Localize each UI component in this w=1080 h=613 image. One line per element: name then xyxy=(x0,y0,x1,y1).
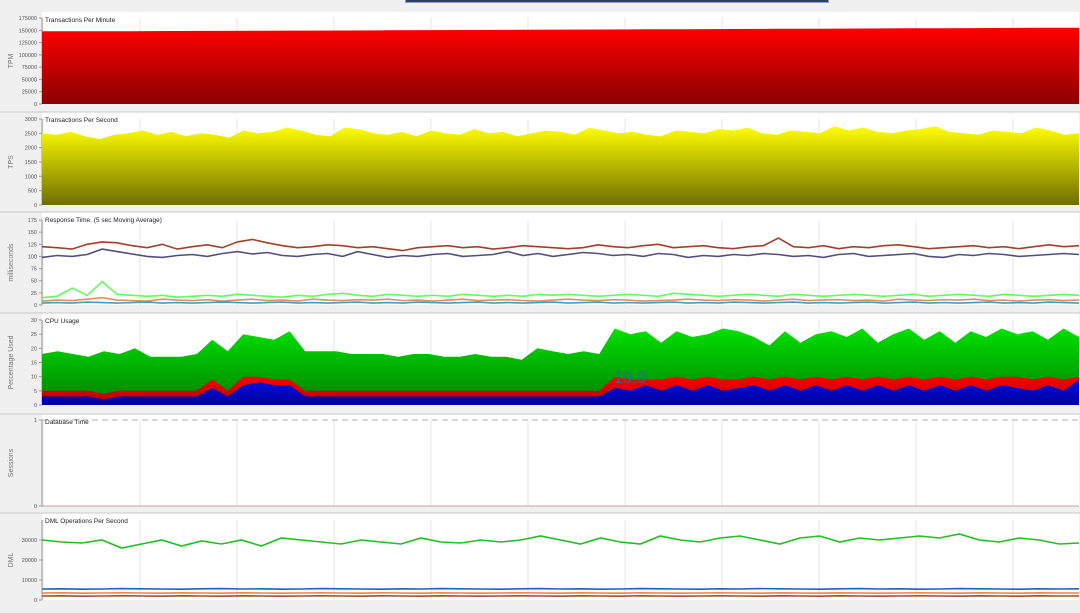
monitoring-dashboard: 1750001500001250001000007500050000250000… xyxy=(0,0,1080,608)
chart-title: Transactions Per Minute xyxy=(45,17,116,24)
y-tick-label: 175 xyxy=(28,218,37,224)
y-tick-label: 1000 xyxy=(25,174,37,180)
y-tick-label: 5 xyxy=(34,389,37,395)
y-tick-label: 30 xyxy=(31,318,37,324)
y-tick-label: 20000 xyxy=(22,558,37,564)
chart-title: DML Operations Per Second xyxy=(45,518,128,525)
y-tick-label: 50000 xyxy=(22,77,37,83)
y-tick-label: 150000 xyxy=(19,28,37,34)
series-area-0 xyxy=(42,28,1079,104)
y-tick-label: 150 xyxy=(28,230,37,236)
y-tick-label: 1 xyxy=(34,418,37,424)
y-tick-label: 50 xyxy=(31,279,37,285)
y-tick-label: 20 xyxy=(31,346,37,352)
y-axis-label: Sessions xyxy=(8,448,15,477)
y-tick-label: 500 xyxy=(28,189,37,195)
panel-background xyxy=(42,414,1079,506)
y-tick-label: 125000 xyxy=(19,41,37,47)
y-tick-label: 0 xyxy=(34,102,37,108)
panel-background xyxy=(42,513,1079,600)
chart-title: CPU Usage xyxy=(45,318,80,325)
cpu-value-overlay: 19.0 xyxy=(613,368,646,387)
series-line-4 xyxy=(42,302,1079,303)
series-area-0 xyxy=(42,126,1079,205)
y-axis-label: Percentage Used xyxy=(8,335,15,389)
title-bar xyxy=(405,0,829,3)
y-tick-label: 0 xyxy=(34,203,37,209)
y-tick-label: 0 xyxy=(34,403,37,409)
charts-canvas: 1750001500001250001000007500050000250000… xyxy=(0,0,1080,608)
y-tick-label: 15 xyxy=(31,361,37,367)
y-tick-label: 2000 xyxy=(25,146,37,152)
y-axis-label: DML xyxy=(8,553,15,568)
chart-title: Database Time xyxy=(45,419,89,426)
y-tick-label: 10 xyxy=(31,375,37,381)
y-tick-label: 75000 xyxy=(22,65,37,71)
y-tick-label: 0 xyxy=(34,303,37,309)
y-tick-label: 125 xyxy=(28,242,37,248)
chart-title: Transactions Per Second xyxy=(45,117,118,124)
y-tick-label: 25000 xyxy=(22,90,37,96)
panel-background xyxy=(42,212,1079,305)
y-tick-label: 100000 xyxy=(19,53,37,59)
y-tick-label: 25 xyxy=(31,332,37,338)
y-tick-label: 10000 xyxy=(22,578,37,584)
y-tick-label: 75 xyxy=(31,267,37,273)
y-tick-label: 175000 xyxy=(19,16,37,22)
chart-title: Response Time. (5 sec Moving Average) xyxy=(45,217,162,224)
y-tick-label: 3000 xyxy=(25,117,37,123)
y-tick-label: 0 xyxy=(34,504,37,510)
y-axis-label: TPM xyxy=(8,53,15,68)
y-axis-label: TPS xyxy=(8,155,15,169)
y-tick-label: 30000 xyxy=(22,538,37,544)
y-tick-label: 100 xyxy=(28,254,37,260)
y-tick-label: 1500 xyxy=(25,160,37,166)
series-line-1 xyxy=(42,589,1079,590)
y-tick-label: 2500 xyxy=(25,131,37,137)
y-tick-label: 0 xyxy=(34,598,37,604)
y-tick-label: 25 xyxy=(31,291,37,297)
y-axis-label: milliseconds xyxy=(8,243,15,282)
